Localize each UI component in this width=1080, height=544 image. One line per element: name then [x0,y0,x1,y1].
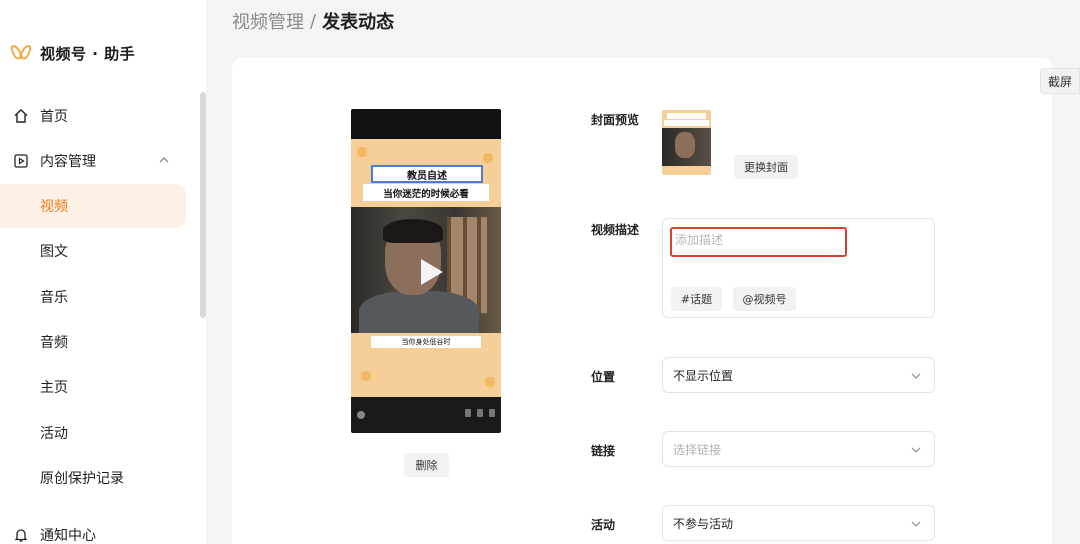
change-cover-button[interactable]: 更换封面 [734,155,798,179]
sidebar-item-activity[interactable]: 活动 [0,411,186,455]
location-select[interactable]: 不显示位置 [662,357,935,393]
mention-account-button[interactable]: @视频号 [733,287,796,311]
figure-hair [383,219,443,243]
sidebar-item-label: 音乐 [40,290,68,306]
sidebar-item-music[interactable]: 音乐 [0,275,186,319]
sidebar-item-homepage[interactable]: 主页 [0,365,186,409]
chevron-down-icon [911,521,921,527]
share-icon [465,409,471,417]
author-avatar-icon [357,411,365,419]
sidebar-item-label: 主页 [40,380,68,396]
sidebar-item-label: 视频 [40,199,68,215]
sidebar-item-home[interactable]: 首页 [0,94,186,138]
activity-label: 活动 [591,518,616,532]
play-square-icon [12,152,30,170]
sidebar-item-label: 通知中心 [40,528,96,544]
like-icon [477,409,483,417]
breadcrumb-separator: / [310,10,317,32]
decor-dot [483,153,493,163]
screenshot-button[interactable]: 截屏 [1040,68,1080,94]
video-caption-overlay: 当你身处低谷时 [371,336,481,348]
video-preview[interactable]: 教员自述 当你迷茫的时候必看 当你身处低谷时 [351,109,501,433]
sidebar-item-label: 原创保护记录 [40,471,124,487]
link-label: 链接 [591,444,616,458]
butterfly-logo-icon [10,45,32,60]
figure-body [359,291,479,333]
sidebar-scrollbar[interactable] [200,92,206,318]
footer-actions [465,409,495,417]
link-select[interactable]: 选择链接 [662,431,935,467]
video-footer [351,397,501,433]
chevron-down-icon [911,447,921,453]
sidebar-item-image-text[interactable]: 图文 [0,229,186,273]
cover-label: 封面预览 [591,113,640,127]
play-icon[interactable] [413,255,447,289]
delete-video-button[interactable]: 删除 [404,453,449,477]
sidebar: 视频号 · 助手 首页 内容管理 视频 图文 音乐 音频 主页 活动 原创保护记… [0,0,206,544]
sidebar-item-label: 内容管理 [40,154,96,170]
cover-scene [662,128,711,166]
app-logo[interactable]: 视频号 · 助手 [10,42,135,64]
activity-select[interactable]: 不参与活动 [662,505,935,541]
sidebar-item-audio[interactable]: 音频 [0,320,186,364]
sidebar-item-label: 首页 [40,109,68,125]
cover-face [675,132,695,158]
chevron-up-icon[interactable] [158,154,170,166]
sidebar-item-video[interactable]: 视频 [0,184,186,228]
bell-icon [12,526,30,544]
sidebar-item-originality-records[interactable]: 原创保护记录 [0,456,186,500]
decor-dot [361,371,371,381]
page-title: 发表动态 [322,12,395,33]
breadcrumb: 视频管理 / 发表动态 [232,8,394,34]
breadcrumb-parent[interactable]: 视频管理 [232,8,304,34]
comment-icon [489,409,495,417]
video-title-overlay: 教员自述 [371,165,483,183]
description-input[interactable]: 添加描述 [670,227,847,257]
chevron-down-icon [911,373,921,379]
cover-subtitle-strip [664,120,709,126]
link-placeholder: 选择链接 [673,442,722,457]
location-value: 不显示位置 [673,368,734,383]
app-title: 视频号 · 助手 [40,44,136,63]
sidebar-item-notifications[interactable]: 通知中心 [0,513,186,544]
cover-title-strip [667,113,706,119]
video-subtitle-overlay: 当你迷茫的时候必看 [363,184,489,201]
decor-dot [485,377,495,387]
sidebar-item-label: 音频 [40,335,68,351]
activity-value: 不参与活动 [673,516,734,531]
sidebar-item-label: 活动 [40,426,68,442]
sidebar-item-label: 图文 [40,244,68,260]
add-topic-button[interactable]: #话题 [671,287,722,311]
sidebar-item-content-management[interactable]: 内容管理 [0,139,186,183]
cover-thumbnail[interactable] [662,110,711,175]
video-top-bar [351,109,501,139]
location-label: 位置 [591,370,616,384]
decor-dot [357,147,367,157]
description-label: 视频描述 [591,223,640,237]
home-icon [12,107,30,125]
